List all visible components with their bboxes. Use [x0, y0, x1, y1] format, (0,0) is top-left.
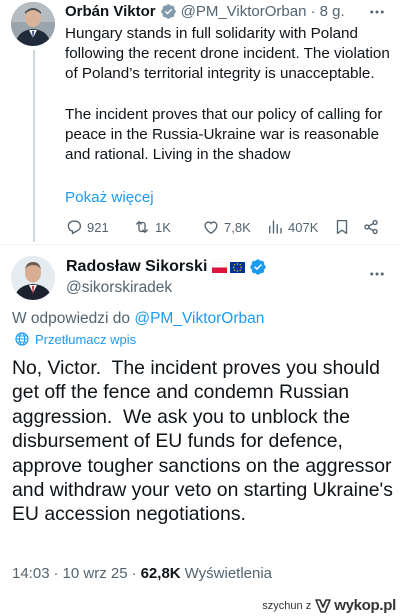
more-options-icon[interactable]: [368, 265, 386, 288]
repost-button[interactable]: 1K: [133, 217, 171, 237]
share-button[interactable]: [362, 217, 380, 237]
show-more-link[interactable]: Pokaż więcej: [65, 189, 154, 206]
reply-count: 921: [87, 219, 109, 235]
bookmark-button[interactable]: [333, 217, 351, 237]
tweet-meta: 14:03 · 10 wrz 25 · 62,8K Wyświetlenia: [12, 565, 272, 582]
parent-tweet[interactable]: Orbán Viktor @PM_ViktorOrban · 8 g. Hung…: [0, 0, 400, 242]
views-label: Wyświetlenia: [184, 565, 273, 582]
author-name[interactable]: Radosław Sikorski: [66, 258, 207, 276]
bookmark-icon: [336, 219, 348, 235]
reply-button[interactable]: 921: [65, 217, 109, 237]
repost-icon: [136, 221, 148, 233]
reply-icon: [67, 220, 82, 235]
more-options-icon[interactable]: [368, 3, 386, 26]
wykop-logo-icon: [315, 598, 332, 613]
orban-avatar-image: [11, 2, 55, 46]
reply-tweet-text: No, Victor. The incident proves you shou…: [12, 357, 399, 526]
avatar[interactable]: [11, 2, 55, 46]
translate-globe-icon: [15, 332, 29, 346]
sikorski-avatar-image: [11, 256, 55, 300]
views-button[interactable]: 407K: [266, 217, 318, 237]
blue-verified-badge-icon: [249, 258, 267, 276]
avatar[interactable]: [11, 256, 55, 300]
watermark-footer: szychun z wykop.pl: [0, 596, 400, 616]
repost-count: 1K: [155, 219, 171, 235]
tweet-time[interactable]: 14:03: [12, 565, 50, 582]
tweet-actions-bar: 921 1K 7,8K 407K: [65, 217, 385, 237]
separator-dot: ·: [131, 565, 137, 582]
heart-icon: [204, 221, 218, 235]
gray-verified-badge-icon: [160, 3, 177, 20]
separator-dot: ·: [53, 565, 59, 582]
flags: [212, 261, 246, 273]
watermark-user: szychun z: [262, 599, 312, 612]
replying-prefix: W odpowiedzi do: [12, 310, 131, 327]
views-count: 407K: [288, 219, 319, 235]
replying-to-handle-link[interactable]: @PM_ViktorOrban: [134, 310, 264, 327]
tweet-date[interactable]: 10 wrz 25: [63, 565, 128, 582]
tweet-paragraph: Hungary stands in full solidarity with P…: [65, 25, 395, 83]
eu-flag-icon: [230, 261, 246, 273]
parent-tweet-header: Orbán Viktor @PM_ViktorOrban · 8 g.: [65, 1, 345, 21]
like-button[interactable]: 7,8K: [202, 217, 251, 237]
poland-flag-icon: [212, 261, 228, 273]
author-handle[interactable]: @sikorskiradek: [66, 279, 172, 297]
author-name[interactable]: Orbán Viktor: [65, 3, 156, 20]
tweet-divider: [0, 244, 400, 245]
watermark: szychun z wykop.pl: [262, 597, 396, 614]
author-handle[interactable]: @PM_ViktorOrban: [181, 3, 307, 20]
thread-line: [33, 50, 35, 242]
parent-tweet-text: Hungary stands in full solidarity with P…: [65, 24, 395, 165]
tweet-time[interactable]: · 8 g.: [310, 3, 344, 20]
replying-to-line: W odpowiedzi do @PM_ViktorOrban: [12, 310, 264, 328]
translate-label: Przetłumacz wpis: [35, 331, 137, 347]
like-count: 7,8K: [224, 219, 251, 235]
reply-author-row: Radosław Sikorski: [66, 258, 267, 276]
wykop-logo: wykop.pl: [314, 597, 396, 614]
translate-post-button[interactable]: Przetłumacz wpis: [14, 331, 136, 347]
share-icon: [364, 219, 378, 235]
views-count: 62,8K: [140, 565, 181, 582]
wykop-wordmark: wykop.pl: [334, 597, 396, 614]
views-chart-icon: [269, 220, 282, 234]
tweet-paragraph: The incident proves that our policy of c…: [65, 105, 387, 164]
